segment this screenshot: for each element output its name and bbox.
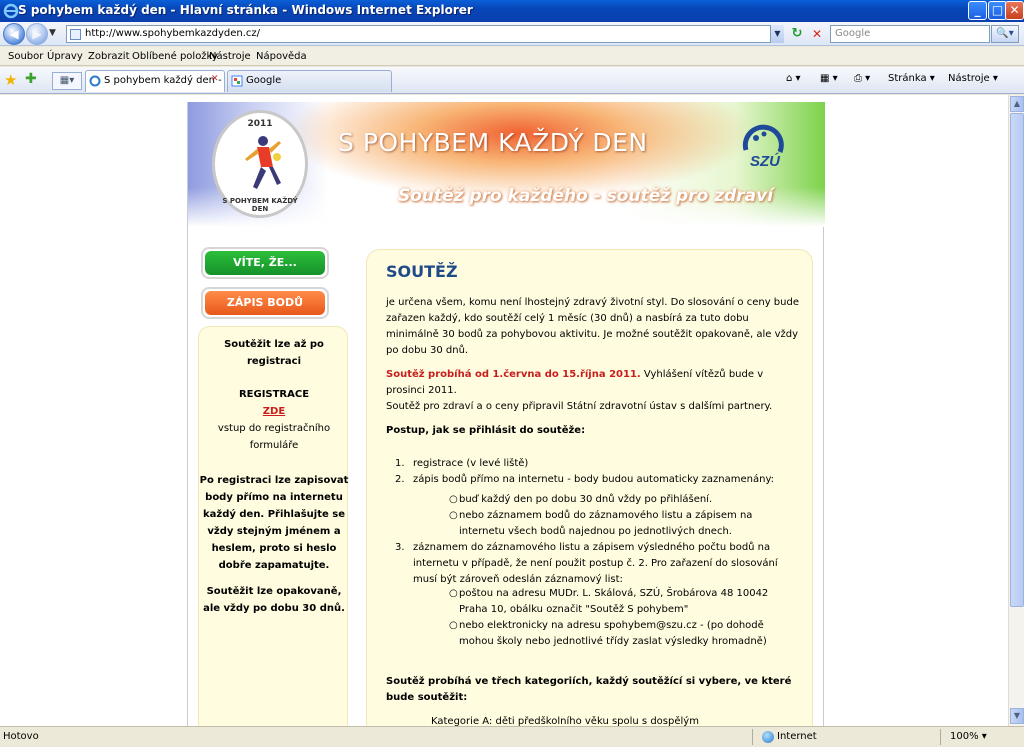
postup-heading: Postup, jak se přihlásit do soutěže: — [386, 425, 586, 436]
sidebar-register-note: Soutěžit lze až po registraci — [224, 339, 324, 367]
address-bar[interactable]: http://www.spohybemkazdyden.cz/ — [66, 25, 784, 43]
sub-bullet: ○ — [449, 510, 458, 521]
stop-icon[interactable]: ✕ — [808, 26, 826, 42]
vite-ze-button[interactable]: VÍTE, ŽE... — [201, 247, 329, 279]
tab-label: S pohybem každý den - H... — [104, 75, 224, 86]
categories-paragraph: Soutěž probíhá ve třech kategoriích, kaž… — [386, 676, 792, 703]
competition-logo[interactable]: 2011 S POHYBEM KAŽDÝ DEN — [212, 110, 308, 218]
menu-zobrazit[interactable]: Zobrazit — [88, 51, 130, 62]
page-menu-button[interactable]: Stránka ▾ — [888, 73, 935, 84]
ie-page-icon — [89, 75, 101, 87]
registration-link[interactable]: ZDE — [199, 403, 349, 420]
favorites-star-icon[interactable]: ★ — [4, 71, 17, 89]
web-page: 2011 S POHYBEM KAŽDÝ DEN S POHYBEM KAŽDÝ… — [187, 102, 825, 726]
tab-google[interactable]: Google — [227, 70, 392, 92]
tab-bar: ★ ✚ ▦▾ S pohybem každý den - H... ✕ Goog… — [0, 67, 1024, 94]
step-item: registrace (v levé liště) — [413, 458, 529, 469]
menu-upravy[interactable]: Úpravy — [47, 51, 83, 62]
title-bar: S pohybem každý den - Hlavní stránka - W… — [0, 0, 1024, 22]
sidebar-repeat-note: Soutěžit lze opakovaně, ale vždy po dobu… — [203, 586, 345, 614]
menu-bar: Soubor Úpravy Zobrazit Oblíbené položky … — [0, 47, 1024, 66]
sub-bullet: ○ — [449, 620, 458, 631]
sub-bullet: ○ — [449, 494, 458, 505]
google-icon — [231, 75, 243, 87]
window-title: S pohybem každý den - Hlavní stránka - W… — [18, 3, 473, 17]
tools-menu-button[interactable]: Nástroje ▾ — [948, 73, 998, 84]
category-a-item: Kategorie A: děti předškolního věku spol… — [431, 716, 699, 726]
feeds-icon[interactable]: ▦ ▾ — [820, 73, 838, 84]
step-number: 3. — [395, 542, 405, 553]
sidebar-registrace-heading: REGISTRACE — [238, 389, 310, 400]
status-bar: Hotovo Internet 100% ▾ — [0, 726, 1024, 747]
site-title: S POHYBEM KAŽDÝ DEN — [338, 128, 648, 157]
refresh-icon[interactable]: ↻ — [788, 26, 806, 42]
tab-label: Google — [246, 75, 282, 86]
content-panel: SOUTĚŽ je určena všem, komu není lhostej… — [366, 249, 813, 726]
logo-year: 2011 — [247, 119, 273, 129]
step-number: 1. — [395, 458, 405, 469]
scroll-up-icon[interactable]: ▲ — [1010, 96, 1024, 112]
security-zone: Internet — [777, 731, 817, 742]
forward-button[interactable]: ▶ — [26, 23, 48, 45]
zapis-bodu-label: ZÁPIS BODŮ — [205, 291, 325, 315]
recent-pages-dropdown[interactable]: ▼ — [49, 28, 56, 38]
status-divider — [940, 729, 941, 745]
browser-viewport: 2011 S POHYBEM KAŽDÝ DEN S POHYBEM KAŽDÝ… — [0, 95, 1008, 726]
dates-paragraph: Soutěž probíhá od 1.června do 15.října 2… — [386, 367, 801, 399]
ie-logo-icon — [3, 3, 19, 19]
sidebar-registration-desc: vstup do registračního formuláře — [217, 423, 331, 451]
home-icon[interactable]: ⌂ ▾ — [786, 73, 801, 84]
page-icon — [70, 29, 81, 40]
vertical-scrollbar[interactable]: ▲ ▼ — [1008, 95, 1024, 726]
status-text: Hotovo — [3, 731, 39, 742]
sub-item: buď každý den po dobu 30 dnů vždy po při… — [459, 494, 713, 505]
quick-tabs-icon[interactable]: ▦▾ — [52, 72, 82, 90]
scroll-down-icon[interactable]: ▼ — [1010, 708, 1024, 724]
sub-bullet: ○ — [449, 588, 458, 599]
print-icon[interactable]: ⎙ ▾ — [854, 73, 870, 84]
partners-paragraph: Soutěž pro zdraví a o ceny připravil Stá… — [386, 401, 773, 412]
runner-icon — [245, 136, 281, 189]
add-favorite-icon[interactable]: ✚ — [25, 71, 37, 87]
minimize-button[interactable]: _ — [968, 1, 987, 20]
scroll-thumb[interactable] — [1010, 113, 1024, 607]
menu-nastroje[interactable]: Nástroje — [209, 51, 251, 62]
menu-soubor[interactable]: Soubor — [8, 51, 43, 62]
szu-logo-icon[interactable]: SZÚ — [736, 122, 796, 172]
sub-item: nebo elektronicky na adresu spohybem@szu… — [459, 620, 767, 647]
intro-paragraph: je určena všem, komu není lhostejný zdra… — [386, 297, 799, 356]
step-item: záznamem do záznamového listu a zápisem … — [413, 542, 778, 585]
back-button[interactable]: ◀ — [3, 23, 25, 45]
logo-ring-text: S POHYBEM KAŽDÝ DEN — [222, 197, 298, 213]
sub-item: poštou na adresu MUDr. L. Skálová, SZÚ, … — [459, 588, 769, 615]
tab-close-icon[interactable]: ✕ — [211, 74, 219, 84]
address-toolbar: ◀ ▶ ▼ http://www.spohybemkazdyden.cz/ ▼ … — [0, 22, 1024, 46]
svg-text:SZÚ: SZÚ — [750, 152, 781, 170]
status-divider — [752, 729, 753, 745]
address-url[interactable]: http://www.spohybemkazdyden.cz/ — [85, 28, 260, 39]
menu-oblibene[interactable]: Oblíbené položky — [132, 51, 218, 62]
sub-item: nebo záznamem bodů do záznamového listu … — [459, 510, 753, 537]
globe-icon — [762, 731, 774, 743]
site-tagline: Soutěž pro každého - soutěž pro zdraví — [398, 186, 774, 206]
search-icon[interactable]: 🔍▾ — [991, 25, 1019, 43]
search-input[interactable]: Google — [830, 25, 990, 43]
step-number: 2. — [395, 474, 405, 485]
tab-spohybem[interactable]: S pohybem každý den - H... — [85, 70, 225, 92]
content-heading: SOUTĚŽ — [386, 262, 458, 281]
close-window-button[interactable]: ✕ — [1005, 1, 1024, 20]
vite-ze-label: VÍTE, ŽE... — [205, 251, 325, 275]
menu-napoveda[interactable]: Nápověda — [256, 51, 307, 62]
zoom-level[interactable]: 100% ▾ — [950, 731, 987, 742]
address-dropdown-button[interactable]: ▼ — [770, 25, 784, 43]
dates-highlight: Soutěž probíhá od 1.června do 15.října 2… — [386, 369, 641, 380]
step-item: zápis bodů přímo na internetu - body bud… — [413, 474, 775, 485]
sidebar-panel: Soutěžit lze až po registraci REGISTRACE… — [198, 326, 348, 726]
zapis-bodu-button[interactable]: ZÁPIS BODŮ — [201, 287, 329, 319]
sidebar-login-note: Po registraci lze zapisovat body přímo n… — [199, 475, 349, 571]
